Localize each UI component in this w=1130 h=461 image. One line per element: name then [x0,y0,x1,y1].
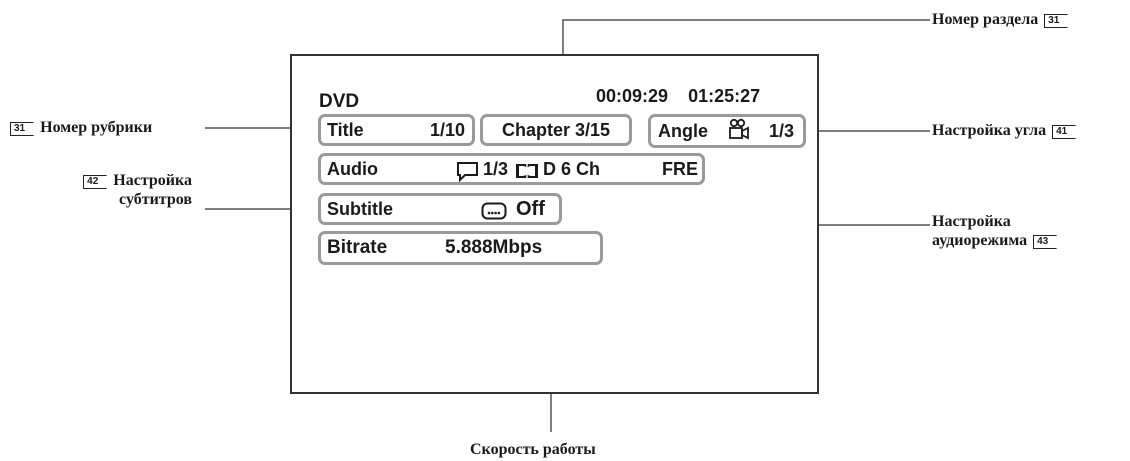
speech-bubble-icon [456,161,480,188]
title-label: Title [327,119,364,140]
camera-icon [728,118,750,147]
ref-badge: 42 [83,175,108,189]
bitrate-value: 5.888Mbps [445,237,543,258]
callout-chapter-number: Номер раздела 31 [932,10,1070,29]
audio-language: FRE [662,158,698,179]
callout-title-number: 31 Номер рубрики [8,118,152,137]
angle-label: Angle [658,120,709,141]
ref-badge: 31 [10,122,35,136]
bitrate-field: Bitrate 5.888Mbps [318,231,603,265]
audio-format: D 6 Ch [543,158,601,179]
subtitle-icon [481,202,507,225]
chapter-field: Chapter 3/15 [480,114,632,146]
subtitle-field: Subtitle Off [318,193,562,225]
subtitle-value: Off [516,197,545,220]
ref-badge: 41 [1052,125,1077,139]
time-display: 00:09:29 01:25:27 [596,86,760,107]
audio-field: Audio 1/3 D 6 Ch FRE [318,153,705,185]
subtitle-label: Subtitle [327,198,393,219]
elapsed-time: 00:09:29 [596,86,669,106]
callout-subtitle-setting: 42 Настройка субтитров [40,171,192,209]
bitrate-label: Bitrate [327,237,388,258]
total-time: 01:25:27 [688,86,761,106]
ref-badge: 31 [1044,14,1069,28]
title-field: Title 1/10 [318,114,475,146]
callout-bitrate: Скорость работы [470,441,596,458]
callout-audio-setting: Настройка аудиорежима 43 [932,212,1059,250]
callout-angle-setting: Настройка угла 41 [932,121,1078,140]
chapter-value: Chapter 3/15 [501,119,611,140]
ref-badge: 43 [1033,235,1058,249]
audio-label: Audio [327,158,378,179]
audio-value: 1/3 [483,158,509,179]
angle-value: 1/3 [768,120,794,141]
dolby-digital-icon [515,163,539,184]
disc-type: DVD [319,91,360,112]
title-value: 1/10 [429,119,465,140]
angle-field: Angle 1/3 [648,114,806,148]
